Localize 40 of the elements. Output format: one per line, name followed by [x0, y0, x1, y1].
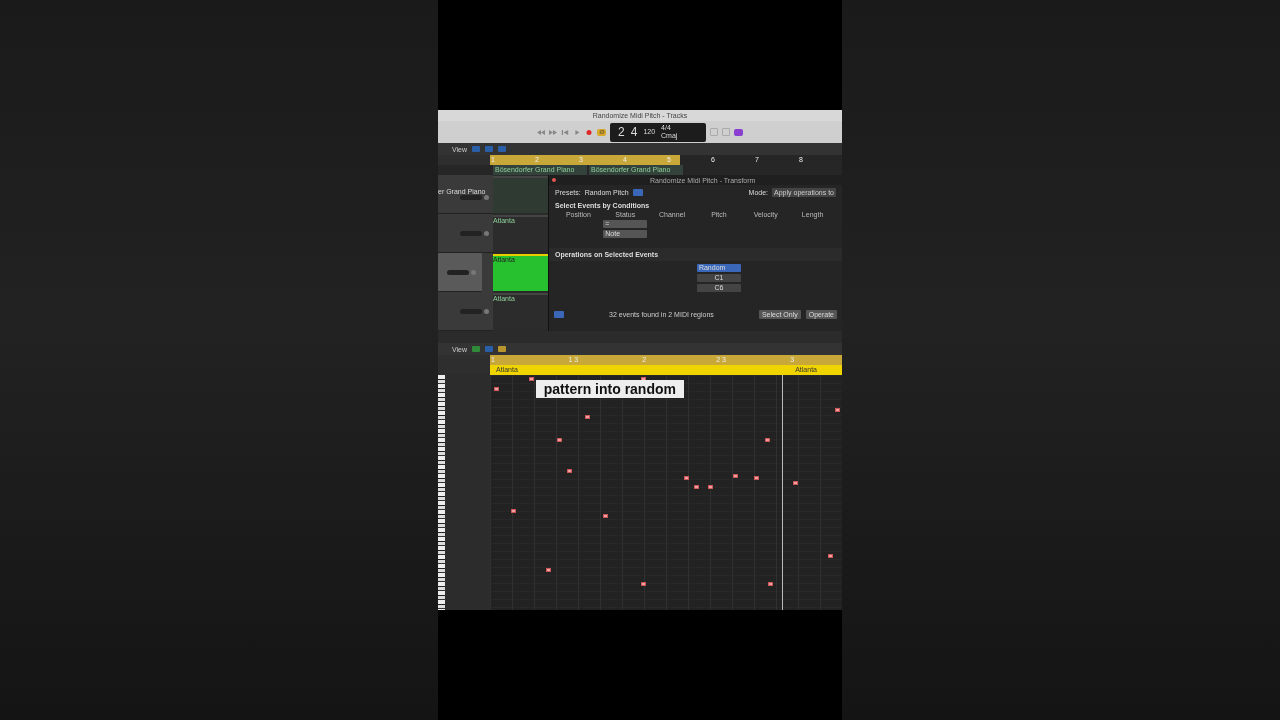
midi-note[interactable] [768, 581, 774, 586]
midi-note[interactable] [546, 567, 552, 572]
cycle-button[interactable] [597, 128, 606, 136]
app-badge-icon[interactable] [734, 128, 743, 136]
rewind-icon[interactable] [537, 129, 545, 135]
bar-number: 2 [618, 125, 625, 139]
midi-note[interactable] [511, 508, 517, 513]
midi-note[interactable] [792, 480, 798, 485]
pan-knob[interactable] [484, 195, 489, 200]
midi-note[interactable] [567, 469, 573, 473]
fast-forward-icon[interactable] [549, 129, 557, 135]
caption-text: pattern into random [535, 380, 684, 398]
track-header[interactable] [438, 253, 482, 292]
midi-note[interactable] [754, 476, 759, 481]
volume-slider[interactable] [447, 269, 469, 275]
piano-keyboard[interactable] [438, 375, 445, 610]
midi-note[interactable] [528, 377, 534, 382]
volume-slider[interactable] [460, 230, 482, 236]
midi-note[interactable] [732, 473, 738, 478]
midi-note[interactable] [556, 438, 562, 443]
close-button[interactable] [552, 178, 556, 182]
go-to-start-icon[interactable] [561, 129, 569, 135]
play-icon[interactable] [573, 129, 581, 135]
midi-note[interactable] [493, 386, 499, 391]
pan-knob[interactable] [471, 269, 476, 275]
beat-number: 4 [630, 125, 638, 139]
preset-dropdown[interactable] [632, 189, 643, 196]
midi-note[interactable] [834, 407, 840, 412]
pan-knob[interactable] [484, 308, 489, 314]
record-icon[interactable] [585, 129, 593, 135]
midi-note[interactable] [641, 581, 647, 586]
piano-roll-grid[interactable]: pattern into random [490, 375, 842, 610]
midi-note[interactable] [827, 553, 833, 558]
pan-knob[interactable] [484, 230, 489, 236]
midi-note[interactable] [764, 438, 770, 443]
midi-note[interactable] [585, 414, 591, 419]
volume-slider[interactable] [460, 308, 482, 314]
midi-note[interactable] [602, 513, 608, 518]
volume-slider[interactable] [460, 195, 482, 200]
midi-note[interactable] [708, 485, 714, 490]
